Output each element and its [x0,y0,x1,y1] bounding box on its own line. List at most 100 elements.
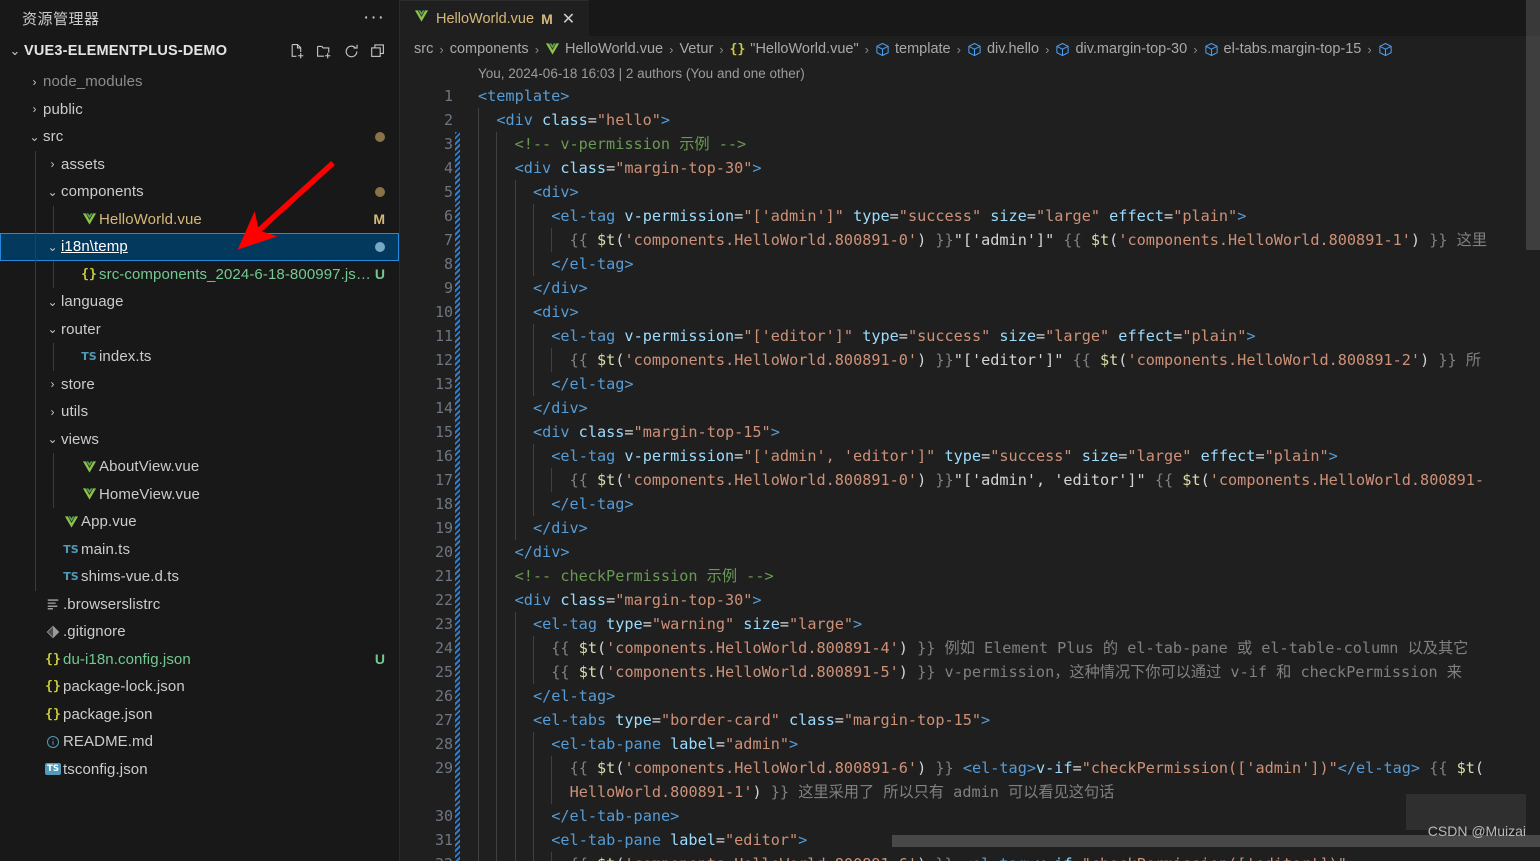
code-line[interactable]: {{ $t('components.HelloWorld.800891-0') … [478,228,1540,252]
tree-item-du-i18n-config-json[interactable]: {} du-i18n.config.json U [0,646,399,674]
code-line[interactable]: <div class="margin-top-15"> [478,420,1540,444]
code-line[interactable]: </div> [478,540,1540,564]
file-tree[interactable]: › node_modules › public ⌄ src › assets ⌄ componen… [0,66,399,861]
breadcrumb-item[interactable]: div.hello [967,41,1039,57]
tree-item-src[interactable]: ⌄ src [0,123,399,151]
breadcrumb-item[interactable]: HelloWorld.vue [545,41,663,57]
explorer-more-actions-icon[interactable]: ··· [363,8,385,27]
tree-item-package-json[interactable]: {} package.json [0,701,399,729]
code-line[interactable]: {{ $t('components.HelloWorld.800891-5') … [478,660,1540,684]
chevron-down-icon[interactable]: ⌄ [44,185,61,199]
vertical-scrollbar[interactable] [1526,0,1540,861]
tree-item-shims-vue-d-ts[interactable]: TS shims-vue.d.ts [0,563,399,591]
code-indent-guide [514,684,516,708]
tree-item-app-vue[interactable]: App.vue [0,508,399,536]
code-line[interactable]: <el-tag v-permission="['admin', 'editor'… [478,444,1540,468]
refresh-icon[interactable] [343,43,360,60]
breadcrumb-item[interactable]: {} "HelloWorld.vue" [730,41,859,57]
breadcrumb-item[interactable]: components [450,41,529,57]
tree-item-aboutview-vue[interactable]: AboutView.vue [0,453,399,481]
code-line[interactable]: {{ $t('components.HelloWorld.800891-0') … [478,348,1540,372]
code-line[interactable]: <el-tabs type="border-card" class="margi… [478,708,1540,732]
code-indent-guide [514,708,516,732]
code-line[interactable]: </div> [478,396,1540,420]
code-line[interactable]: </el-tag> [478,252,1540,276]
breadcrumb-item[interactable]: src [414,41,433,57]
chevron-down-icon[interactable]: ⌄ [6,43,24,59]
horizontal-scrollbar-thumb[interactable] [892,835,1540,847]
tree-item-index-ts[interactable]: TS index.ts [0,343,399,371]
code-line[interactable]: <el-tab-pane label="admin"> [478,732,1540,756]
chevron-down-icon[interactable]: ⌄ [44,432,61,446]
chevron-right-icon[interactable]: › [26,75,43,89]
code-line[interactable]: </div> [478,276,1540,300]
breadcrumb-item[interactable] [1378,42,1393,57]
close-icon[interactable]: ✕ [560,9,577,29]
tree-item-public[interactable]: › public [0,96,399,124]
code-line[interactable]: {{ $t('components.HelloWorld.800891-0') … [478,468,1540,492]
new-folder-icon[interactable] [316,43,333,60]
code-line[interactable]: <!-- checkPermission 示例 --> [478,564,1540,588]
tree-item-helloworld-vue[interactable]: HelloWorld.vue M [0,205,399,233]
horizontal-scrollbar[interactable] [892,835,1540,847]
tree-item-main-ts[interactable]: TS main.ts [0,535,399,563]
code-line[interactable]: HelloWorld.800891-1') }} 这里采用了 所以只有 admi… [478,780,1540,804]
tree-item-components[interactable]: ⌄ components [0,178,399,206]
tree-item-language[interactable]: ⌄ language [0,288,399,316]
tree-item-gitignore[interactable]: .gitignore [0,618,399,646]
code-line[interactable]: <!-- v-permission 示例 --> [478,132,1540,156]
vertical-scrollbar-thumb[interactable] [1526,0,1540,250]
tree-item-tsconfig-json[interactable]: TS tsconfig.json [0,756,399,784]
code-line[interactable]: {{ $t('components.HelloWorld.800891-6') … [478,852,1540,861]
chevron-right-icon[interactable]: › [26,102,43,116]
chevron-down-icon[interactable]: ⌄ [26,130,43,144]
breadcrumb[interactable]: src › components › HelloWorld.vue › Vetur › {} "H… [400,36,1540,62]
code-line[interactable]: </el-tag> [478,372,1540,396]
chevron-down-icon[interactable]: ⌄ [44,240,61,254]
breadcrumb-item[interactable]: el-tabs.margin-top-15 [1204,41,1361,57]
code-line[interactable]: {{ $t('components.HelloWorld.800891-4') … [478,636,1540,660]
chevron-down-icon[interactable]: ⌄ [44,322,61,336]
tree-item-assets[interactable]: › assets [0,150,399,178]
code-line[interactable]: </el-tag> [478,684,1540,708]
tree-item-router[interactable]: ⌄ router [0,315,399,343]
code-line[interactable]: <template> [478,84,1540,108]
code-line[interactable]: <el-tag v-permission="['editor']" type="… [478,324,1540,348]
minimap-slider[interactable] [1406,794,1526,830]
chevron-right-icon[interactable]: › [44,405,61,419]
code-token: }} [1429,351,1466,369]
tree-item-utils[interactable]: › utils [0,398,399,426]
tab-helloworld-vue[interactable]: HelloWorld.vue M ✕ [400,0,590,36]
new-file-icon[interactable] [289,43,306,60]
code-line[interactable]: <div class="margin-top-30"> [478,156,1540,180]
tree-item-node-modules[interactable]: › node_modules [0,68,399,96]
chevron-right-icon[interactable]: › [44,157,61,171]
collapse-all-icon[interactable] [370,43,387,60]
tree-item-src-components-2024-6-18-800997-js[interactable]: {} src-components_2024-6-18-800997.js… U [0,260,399,288]
tree-item-views[interactable]: ⌄ views [0,425,399,453]
tree-item-store[interactable]: › store [0,370,399,398]
tree-item-browserslistrc[interactable]: .browserslistrc [0,591,399,619]
code-line[interactable]: <el-tag v-permission="['admin']" type="s… [478,204,1540,228]
tree-item-package-lock-json[interactable]: {} package-lock.json [0,673,399,701]
code-line[interactable]: <el-tag type="warning" size="large"> [478,612,1540,636]
code-content[interactable]: <template> <div class="hello"> <!-- v-perm… [462,84,1540,861]
code-line[interactable]: <div> [478,300,1540,324]
code-line[interactable]: {{ $t('components.HelloWorld.800891-6') … [478,756,1540,780]
tree-item-homeview-vue[interactable]: HomeView.vue [0,480,399,508]
code-line[interactable]: <div class="margin-top-30"> [478,588,1540,612]
tree-item-i18n-temp[interactable]: ⌄ i18n\temp [0,233,399,261]
code-line[interactable]: </div> [478,516,1540,540]
chevron-down-icon[interactable]: ⌄ [44,295,61,309]
code-line[interactable]: <div class="hello"> [478,108,1540,132]
code-line[interactable]: </el-tag> [478,492,1540,516]
code-line[interactable]: <div> [478,180,1540,204]
breadcrumb-item[interactable]: div.margin-top-30 [1055,41,1187,57]
code-editor[interactable]: 1 2 3 4 5 6 7 8 9 10 11 12 13 14 15 16 17 18 19 20 21 22 23 24 2… [400,84,1540,861]
workspace-root-row[interactable]: ⌄ VUE3-ELEMENTPLUS-DEMO [0,36,399,66]
breadcrumb-item[interactable]: Vetur [679,41,713,57]
breadcrumb-item[interactable]: template [875,41,951,57]
code-line[interactable]: </el-tab-pane> [478,804,1540,828]
tree-item-readme-md[interactable]: README.md [0,728,399,756]
chevron-right-icon[interactable]: › [44,377,61,391]
